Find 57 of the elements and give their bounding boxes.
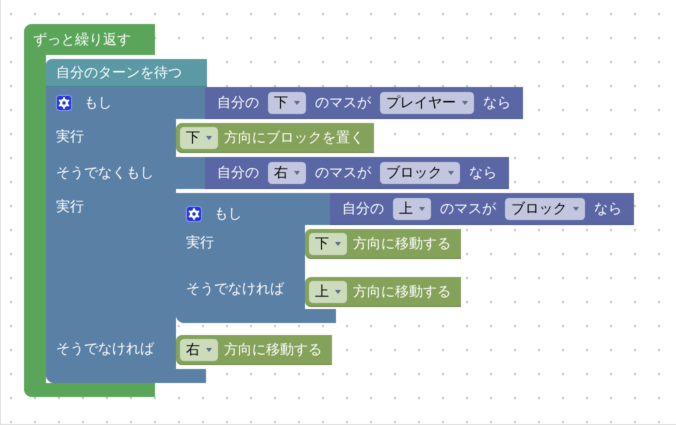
block-label: 方向に移動する — [353, 234, 451, 252]
dropdown-field[interactable]: 下 — [268, 92, 306, 114]
dropdown-field[interactable]: 下 — [180, 126, 218, 148]
block-label: のマスが — [315, 94, 371, 112]
action-block[interactable]: 右 方向に移動する — [176, 335, 332, 365]
dropdown-arrow-icon — [419, 206, 425, 210]
dropdown-field[interactable]: 上 — [309, 280, 347, 302]
block-label: なら — [594, 200, 622, 218]
dropdown-arrow-icon — [206, 136, 212, 140]
dropdown-arrow-icon — [206, 348, 212, 352]
block-label: 実行 — [186, 234, 214, 252]
if-block-segment — [176, 157, 205, 189]
block-label: のマスが — [440, 200, 496, 218]
block-label: のマスが — [315, 164, 371, 182]
block-label: なら — [469, 164, 497, 182]
dropdown-arrow-icon — [462, 100, 468, 104]
dropdown-arrow-icon — [294, 100, 300, 104]
condition-block[interactable]: 自分の 上 のマスが ブロック なら — [330, 193, 634, 225]
action-block[interactable]: 上 方向に移動する — [305, 277, 461, 307]
block-label: もし — [214, 204, 242, 222]
block-label: 実行 — [56, 198, 84, 216]
block-label: なら — [483, 94, 511, 112]
condition-block[interactable]: 自分の 右 のマスが ブロック なら — [205, 157, 509, 189]
dropdown-field[interactable]: プレイヤー — [380, 92, 474, 114]
block-label: 実行 — [56, 128, 84, 146]
block-label: そうでなければ — [56, 340, 154, 358]
block-label: ずっと繰り返す — [33, 30, 131, 48]
block-label: 方向にブロックを置く — [224, 128, 364, 146]
block-label: もし — [84, 94, 112, 112]
dropdown-arrow-icon — [335, 290, 341, 294]
block-label: 自分の — [217, 94, 259, 112]
block-label: そうでなくもし — [56, 164, 154, 182]
gear-icon[interactable] — [186, 206, 202, 222]
dropdown-arrow-icon — [448, 170, 454, 174]
block-label: そうでなければ — [186, 280, 284, 298]
dropdown-arrow-icon — [294, 170, 300, 174]
action-block[interactable]: 下 方向に移動する — [305, 229, 461, 259]
action-block[interactable]: 下 方向にブロックを置く — [176, 123, 374, 153]
condition-block[interactable]: 自分の 下 のマスが プレイヤー なら — [205, 87, 523, 119]
dropdown-field[interactable]: 下 — [309, 232, 347, 254]
dropdown-field[interactable]: ブロック — [505, 198, 585, 220]
if-block-segment — [305, 193, 330, 225]
loop-block[interactable]: ずっと繰り返す 自分のターンを待つ もし 自分の 下 のマスが プレイヤー なら 実行 下 方向にブロックを置く そうでなくもし 自分の 右 のマスが ブロック なら 実行 もし 自分の 上 のマスが ブロック なら 実行 下 方向に移動する そうでなければ 上 方向に移動する そうでなければ 右 方向に移動する — [24, 24, 634, 397]
if-block[interactable]: もし 自分の 下 のマスが プレイヤー なら 実行 下 方向にブロックを置く そうでなくもし 自分の 右 のマスが ブロック なら 実行 もし 自分の 上 のマスが ブロック なら 実行 下 方向に移動する そうでなければ 上 方向に移動する そうでなければ 右 方向に移動する — [46, 87, 634, 383]
dropdown-field[interactable]: 上 — [393, 198, 431, 220]
gear-icon[interactable] — [56, 95, 72, 111]
dropdown-arrow-icon — [335, 242, 341, 246]
dropdown-field[interactable]: 右 — [268, 162, 306, 184]
dropdown-arrow-icon — [573, 206, 579, 210]
block-label: 方向に移動する — [224, 340, 322, 358]
dropdown-field[interactable]: 右 — [180, 338, 218, 360]
if-block-segment — [176, 87, 205, 119]
block-label: 自分の — [217, 164, 259, 182]
block-label: 自分の — [342, 200, 384, 218]
dropdown-field[interactable]: ブロック — [380, 162, 460, 184]
if-block[interactable]: もし 自分の 上 のマスが ブロック なら 実行 下 方向に移動する そうでなければ 上 方向に移動する — [176, 193, 634, 323]
block-label: 方向に移動する — [353, 282, 451, 300]
